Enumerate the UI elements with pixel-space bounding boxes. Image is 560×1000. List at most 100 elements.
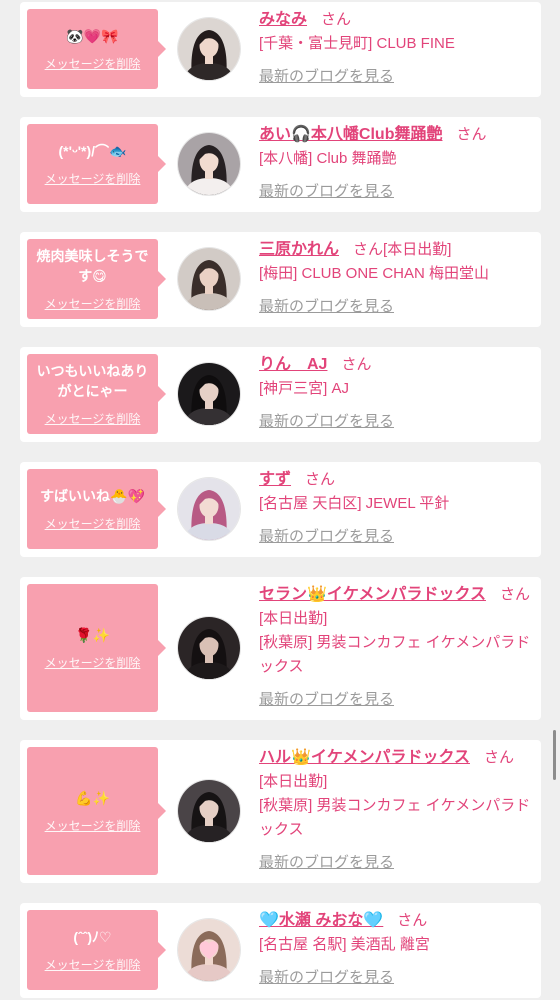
avatar-photo — [178, 17, 240, 80]
message-text: いつもいいねありがとにゃー — [36, 363, 149, 399]
message-bubble: 焼肉美味しそうです😋 メッセージを削除 — [27, 239, 166, 319]
message-text: 焼肉美味しそうです😋 — [36, 248, 149, 284]
store-info: [神戸三宮] AJ — [259, 380, 350, 397]
avatar[interactable] — [178, 477, 240, 540]
cast-info: みなみ さん [千葉・富士見町] CLUB FINE 最新のブログを見る — [259, 8, 531, 89]
avatar[interactable] — [178, 247, 240, 310]
cast-name-link[interactable]: 🩵水瀬 みおな🩵 — [259, 912, 383, 929]
cast-name-link[interactable]: みなみ — [259, 11, 307, 28]
latest-blog-link[interactable]: 最新のブログを見る — [259, 525, 394, 549]
cast-name-link[interactable]: あい🎧本八幡Club舞踊艶 — [259, 126, 442, 143]
name-line: りん AJ さん — [259, 353, 531, 377]
message-text: 🌹✨ — [75, 627, 110, 643]
bubble-pointer — [158, 386, 166, 402]
cast-name-link[interactable]: すず — [259, 471, 291, 488]
message-card: 🐼💗🎀 メッセージを削除 みなみ さん [千葉・富士見町] CLUB FINE 最… — [20, 2, 541, 97]
avatar[interactable] — [178, 17, 240, 80]
name-line: セラン👑イケメンパラドックス さん [本日出勤] — [259, 583, 531, 631]
message-text: 🐼💗🎀 — [66, 28, 119, 44]
message-card: いつもいいねありがとにゃー メッセージを削除 りん AJ さん [神戸三宮] AJ… — [20, 347, 541, 442]
name-line: すず さん — [259, 468, 531, 492]
latest-blog-link[interactable]: 最新のブログを見る — [259, 65, 394, 89]
avatar-photo — [178, 918, 240, 981]
cast-name-link[interactable]: セラン👑イケメンパラドックス — [259, 586, 486, 603]
bubble-pointer — [158, 41, 166, 57]
name-line: 🩵水瀬 みおな🩵 さん — [259, 909, 531, 933]
message-card: (*'ᵕ'*)/⌒🐟 メッセージを削除 あい🎧本八幡Club舞踊艶 さん [本八幡… — [20, 117, 541, 212]
message-bubble: 🐼💗🎀 メッセージを削除 — [27, 9, 166, 89]
delete-message-link[interactable]: メッセージを削除 — [45, 957, 141, 973]
message-text: 💪✨ — [75, 790, 110, 806]
cast-info: 🩵水瀬 みおな🩵 さん [名古屋 名駅] 美酒乱 離宮 最新のブログを見る — [259, 909, 531, 990]
bubble-pointer — [158, 803, 166, 819]
message-text: (ˆˆ)ﾉ♡ — [73, 929, 112, 945]
work-status-badge: [本日出勤] — [259, 773, 328, 790]
bubble-pointer — [158, 501, 166, 517]
message-card: 焼肉美味しそうです😋 メッセージを削除 三原かれん さん[本日出勤] [梅田] C… — [20, 232, 541, 327]
bubble-pointer — [158, 156, 166, 172]
delete-message-link[interactable]: メッセージを削除 — [45, 411, 141, 427]
latest-blog-link[interactable]: 最新のブログを見る — [259, 295, 394, 319]
message-card: 🌹✨ メッセージを削除 セラン👑イケメンパラドックス さん [本日出勤] [秋葉原]… — [20, 577, 541, 720]
delete-message-link[interactable]: メッセージを削除 — [45, 818, 141, 834]
message-bubble: (ˆˆ)ﾉ♡ メッセージを削除 — [27, 910, 166, 990]
bubble-pointer — [158, 942, 166, 958]
message-list: 🐼💗🎀 メッセージを削除 みなみ さん [千葉・富士見町] CLUB FINE 最… — [20, 2, 541, 998]
cast-info: あい🎧本八幡Club舞踊艶 さん [本八幡] Club 舞踊艶 最新のブログを見る — [259, 123, 531, 204]
delete-message-link[interactable]: メッセージを削除 — [45, 516, 141, 532]
latest-blog-link[interactable]: 最新のブログを見る — [259, 851, 394, 875]
avatar[interactable] — [178, 918, 240, 981]
name-line: ハル👑イケメンパラドックス さん [本日出勤] — [259, 746, 531, 794]
honorific: さん — [397, 912, 428, 929]
message-card: 💪✨ メッセージを削除 ハル👑イケメンパラドックス さん [本日出勤] [秋葉原] … — [20, 740, 541, 883]
cast-info: すず さん [名古屋 天白区] JEWEL 平針 最新のブログを見る — [259, 468, 531, 549]
store-info: [秋葉原] 男装コンカフェ イケメンパラドックス — [259, 634, 531, 675]
message-text: すばいいね🐣💖 — [40, 488, 145, 504]
cast-name-link[interactable]: りん AJ — [259, 356, 327, 373]
honorific: さん — [499, 586, 530, 603]
delete-message-link[interactable]: メッセージを削除 — [45, 655, 141, 671]
honorific: さん — [456, 126, 487, 143]
store-info: [梅田] CLUB ONE CHAN 梅田堂山 — [259, 265, 490, 282]
latest-blog-link[interactable]: 最新のブログを見る — [259, 966, 394, 990]
avatar[interactable] — [178, 132, 240, 195]
honorific: さん — [353, 241, 384, 258]
latest-blog-link[interactable]: 最新のブログを見る — [259, 688, 394, 712]
avatar-photo — [178, 616, 240, 679]
scrollbar-thumb[interactable] — [553, 730, 556, 780]
cast-name-link[interactable]: ハル👑イケメンパラドックス — [259, 749, 470, 766]
avatar[interactable] — [178, 616, 240, 679]
bubble-pointer — [158, 640, 166, 656]
delete-message-link[interactable]: メッセージを削除 — [45, 56, 141, 72]
bubble-pointer — [158, 271, 166, 287]
honorific: さん — [341, 356, 372, 373]
delete-message-link[interactable]: メッセージを削除 — [45, 296, 141, 312]
store-info: [本八幡] Club 舞踊艶 — [259, 150, 397, 167]
cast-info: セラン👑イケメンパラドックス さん [本日出勤] [秋葉原] 男装コンカフェ イケメ… — [259, 583, 531, 712]
cast-info: りん AJ さん [神戸三宮] AJ 最新のブログを見る — [259, 353, 531, 434]
avatar-photo — [178, 362, 240, 425]
avatar[interactable] — [178, 362, 240, 425]
avatar-photo — [178, 132, 240, 195]
message-bubble: いつもいいねありがとにゃー メッセージを削除 — [27, 354, 166, 434]
message-bubble: すばいいね🐣💖 メッセージを削除 — [27, 469, 166, 549]
name-line: あい🎧本八幡Club舞踊艶 さん — [259, 123, 531, 147]
store-info: [名古屋 名駅] 美酒乱 離宮 — [259, 936, 430, 953]
message-bubble: 🌹✨ メッセージを削除 — [27, 584, 166, 712]
message-bubble: 💪✨ メッセージを削除 — [27, 747, 166, 875]
message-card: すばいいね🐣💖 メッセージを削除 すず さん [名古屋 天白区] JEWEL 平針… — [20, 462, 541, 557]
cast-name-link[interactable]: 三原かれん — [259, 241, 339, 258]
avatar-photo — [178, 247, 240, 310]
avatar-photo — [178, 477, 240, 540]
store-info: [千葉・富士見町] CLUB FINE — [259, 35, 455, 52]
honorific: さん — [483, 749, 514, 766]
latest-blog-link[interactable]: 最新のブログを見る — [259, 180, 394, 204]
store-info: [秋葉原] 男装コンカフェ イケメンパラドックス — [259, 797, 531, 838]
delete-message-link[interactable]: メッセージを削除 — [45, 171, 141, 187]
latest-blog-link[interactable]: 最新のブログを見る — [259, 410, 394, 434]
honorific: さん — [305, 471, 336, 488]
message-card: (ˆˆ)ﾉ♡ メッセージを削除 🩵水瀬 みおな🩵 さん [名古屋 名駅] 美酒乱 … — [20, 903, 541, 998]
message-bubble: (*'ᵕ'*)/⌒🐟 メッセージを削除 — [27, 124, 166, 204]
avatar[interactable] — [178, 779, 240, 842]
cast-info: 三原かれん さん[本日出勤] [梅田] CLUB ONE CHAN 梅田堂山 最新… — [259, 238, 531, 319]
